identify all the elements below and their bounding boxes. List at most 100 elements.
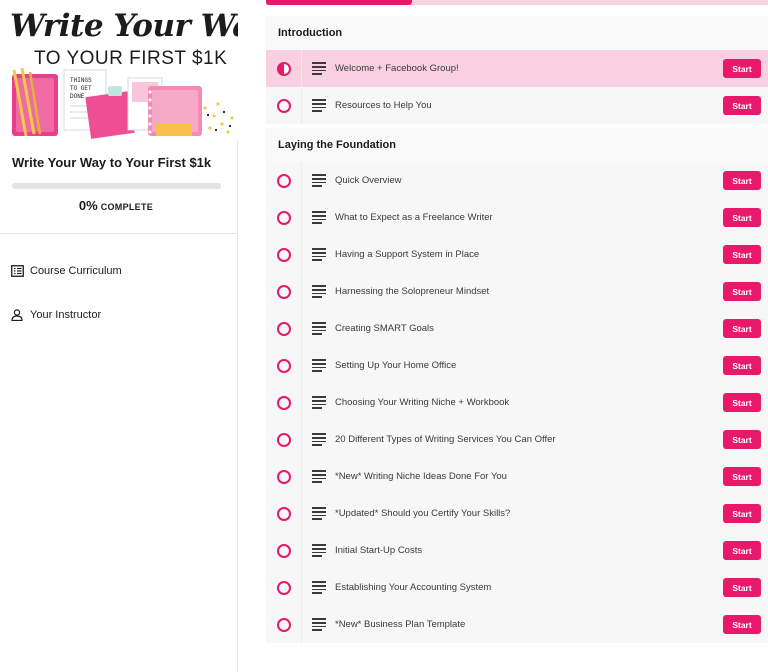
curriculum-main: Introduction Welcome + Facebook Group! S… (266, 0, 768, 672)
lesson-row[interactable]: Initial Start-Up Costs Start (266, 532, 768, 569)
start-button[interactable]: Start (723, 319, 761, 338)
lesson-row[interactable]: 20 Different Types of Writing Services Y… (266, 421, 768, 458)
lesson-title: Setting Up Your Home Office (335, 360, 457, 371)
text-lesson-icon (312, 322, 326, 335)
section-title: Laying the Foundation (278, 139, 396, 151)
section-laying-the-foundation: Laying the Foundation Quick Overview Sta… (266, 128, 768, 643)
start-button[interactable]: Start (723, 467, 761, 486)
incomplete-circle-icon (276, 395, 291, 410)
lesson-row[interactable]: Welcome + Facebook Group! Start (266, 50, 768, 87)
lesson-title: Harnessing the Solopreneur Mindset (335, 286, 490, 297)
lesson-title: 20 Different Types of Writing Services Y… (335, 434, 556, 445)
lesson-title: Creating SMART Goals (335, 323, 434, 334)
text-lesson-icon (312, 581, 326, 594)
svg-text:TO GET: TO GET (70, 85, 92, 92)
incomplete-circle-icon (276, 580, 291, 595)
text-lesson-icon (312, 359, 326, 372)
start-button[interactable]: Start (723, 208, 761, 227)
incomplete-circle-icon (276, 469, 291, 484)
lesson-row[interactable]: Having a Support System in Place Start (266, 236, 768, 273)
course-title: Write Your Way to Your First $1k (12, 155, 212, 170)
progress-percent: 0% (78, 198, 98, 213)
lesson-title: Quick Overview (335, 175, 402, 186)
cover-script-title: Write Your Way (10, 8, 238, 44)
start-button[interactable]: Start (723, 171, 761, 190)
incomplete-circle-icon (276, 617, 291, 632)
incomplete-circle-icon (276, 247, 291, 262)
svg-text:DONE: DONE (70, 93, 85, 100)
progress-word: COMPLETE (100, 202, 154, 212)
text-lesson-icon (312, 285, 326, 298)
start-button[interactable]: Start (723, 393, 761, 412)
progress-label: 0% COMPLETE (0, 198, 232, 213)
cover-note-text: THINGS (70, 77, 92, 84)
course-cover-image: Write Your Way TO YOUR FIRST $1K THINGS … (0, 0, 238, 140)
course-sidebar: Write Your Way TO YOUR FIRST $1K THINGS … (0, 0, 238, 672)
start-button[interactable]: Start (723, 504, 761, 523)
lesson-title: Choosing Your Writing Niche + Workbook (335, 397, 510, 408)
cover-subtitle: TO YOUR FIRST $1K (34, 48, 228, 69)
incomplete-circle-icon (276, 173, 291, 188)
start-button[interactable]: Start (723, 59, 761, 78)
text-lesson-icon (312, 211, 326, 224)
sidebar-divider (0, 233, 238, 234)
section-title: Introduction (278, 27, 343, 39)
lesson-row[interactable]: *New* Business Plan Template Start (266, 606, 768, 643)
start-button[interactable]: Start (723, 615, 761, 634)
text-lesson-icon (312, 470, 326, 483)
text-lesson-icon (312, 62, 326, 75)
incomplete-circle-icon (276, 506, 291, 521)
lesson-title: *New* Business Plan Template (335, 619, 466, 630)
lesson-row[interactable]: *New* Writing Niche Ideas Done For You S… (266, 458, 768, 495)
lesson-title: What to Expect as a Freelance Writer (335, 212, 493, 223)
sidebar-item-label: Your Instructor (30, 309, 102, 321)
course-progress-bar (12, 183, 221, 189)
lesson-row[interactable]: Harnessing the Solopreneur Mindset Start (266, 273, 768, 310)
lesson-title: Establishing Your Accounting System (335, 582, 492, 593)
incomplete-circle-icon (276, 543, 291, 558)
text-lesson-icon (312, 396, 326, 409)
incomplete-circle-icon (276, 98, 291, 113)
text-lesson-icon (312, 544, 326, 557)
incomplete-circle-icon (276, 432, 291, 447)
start-button[interactable]: Start (723, 96, 761, 115)
lesson-row[interactable]: Resources to Help You Start (266, 87, 768, 124)
start-button[interactable]: Start (723, 282, 761, 301)
sidebar-item-your-instructor[interactable]: Your Instructor (10, 306, 122, 324)
progress-half-circle-icon (276, 61, 291, 76)
sidebar-nav: Course Curriculum Your Instructor (10, 262, 122, 350)
text-lesson-icon (312, 618, 326, 631)
lesson-row[interactable]: Choosing Your Writing Niche + Workbook S… (266, 384, 768, 421)
incomplete-circle-icon (276, 321, 291, 336)
lesson-title: Resources to Help You (335, 100, 432, 111)
incomplete-circle-icon (276, 284, 291, 299)
start-button[interactable]: Start (723, 356, 761, 375)
sidebar-item-course-curriculum[interactable]: Course Curriculum (10, 262, 122, 280)
person-icon (10, 308, 24, 322)
cover-illustration: THINGS TO GET DONE (12, 68, 234, 139)
lesson-title: Having a Support System in Place (335, 249, 480, 260)
start-button[interactable]: Start (723, 430, 761, 449)
text-lesson-icon (312, 433, 326, 446)
lesson-row[interactable]: Creating SMART Goals Start (266, 310, 768, 347)
lesson-title: *Updated* Should you Certify Your Skills… (335, 508, 511, 519)
lesson-row[interactable]: Quick Overview Start (266, 162, 768, 199)
incomplete-circle-icon (276, 210, 291, 225)
text-lesson-icon (312, 507, 326, 520)
start-button[interactable]: Start (723, 245, 761, 264)
lesson-title: *New* Writing Niche Ideas Done For You (335, 471, 507, 482)
lesson-row[interactable]: *Updated* Should you Certify Your Skills… (266, 495, 768, 532)
start-button[interactable]: Start (723, 541, 761, 560)
lesson-row[interactable]: Establishing Your Accounting System Star… (266, 569, 768, 606)
sidebar-item-label: Course Curriculum (30, 265, 122, 277)
start-button[interactable]: Start (723, 578, 761, 597)
lesson-row[interactable]: What to Expect as a Freelance Writer Sta… (266, 199, 768, 236)
list-icon (10, 264, 24, 278)
lesson-title: Welcome + Facebook Group! (335, 63, 459, 74)
incomplete-circle-icon (276, 358, 291, 373)
top-tab-bar (266, 0, 768, 5)
tab-active-indicator[interactable] (266, 0, 412, 5)
lesson-title: Initial Start-Up Costs (335, 545, 423, 556)
lesson-row[interactable]: Setting Up Your Home Office Start (266, 347, 768, 384)
text-lesson-icon (312, 248, 326, 261)
